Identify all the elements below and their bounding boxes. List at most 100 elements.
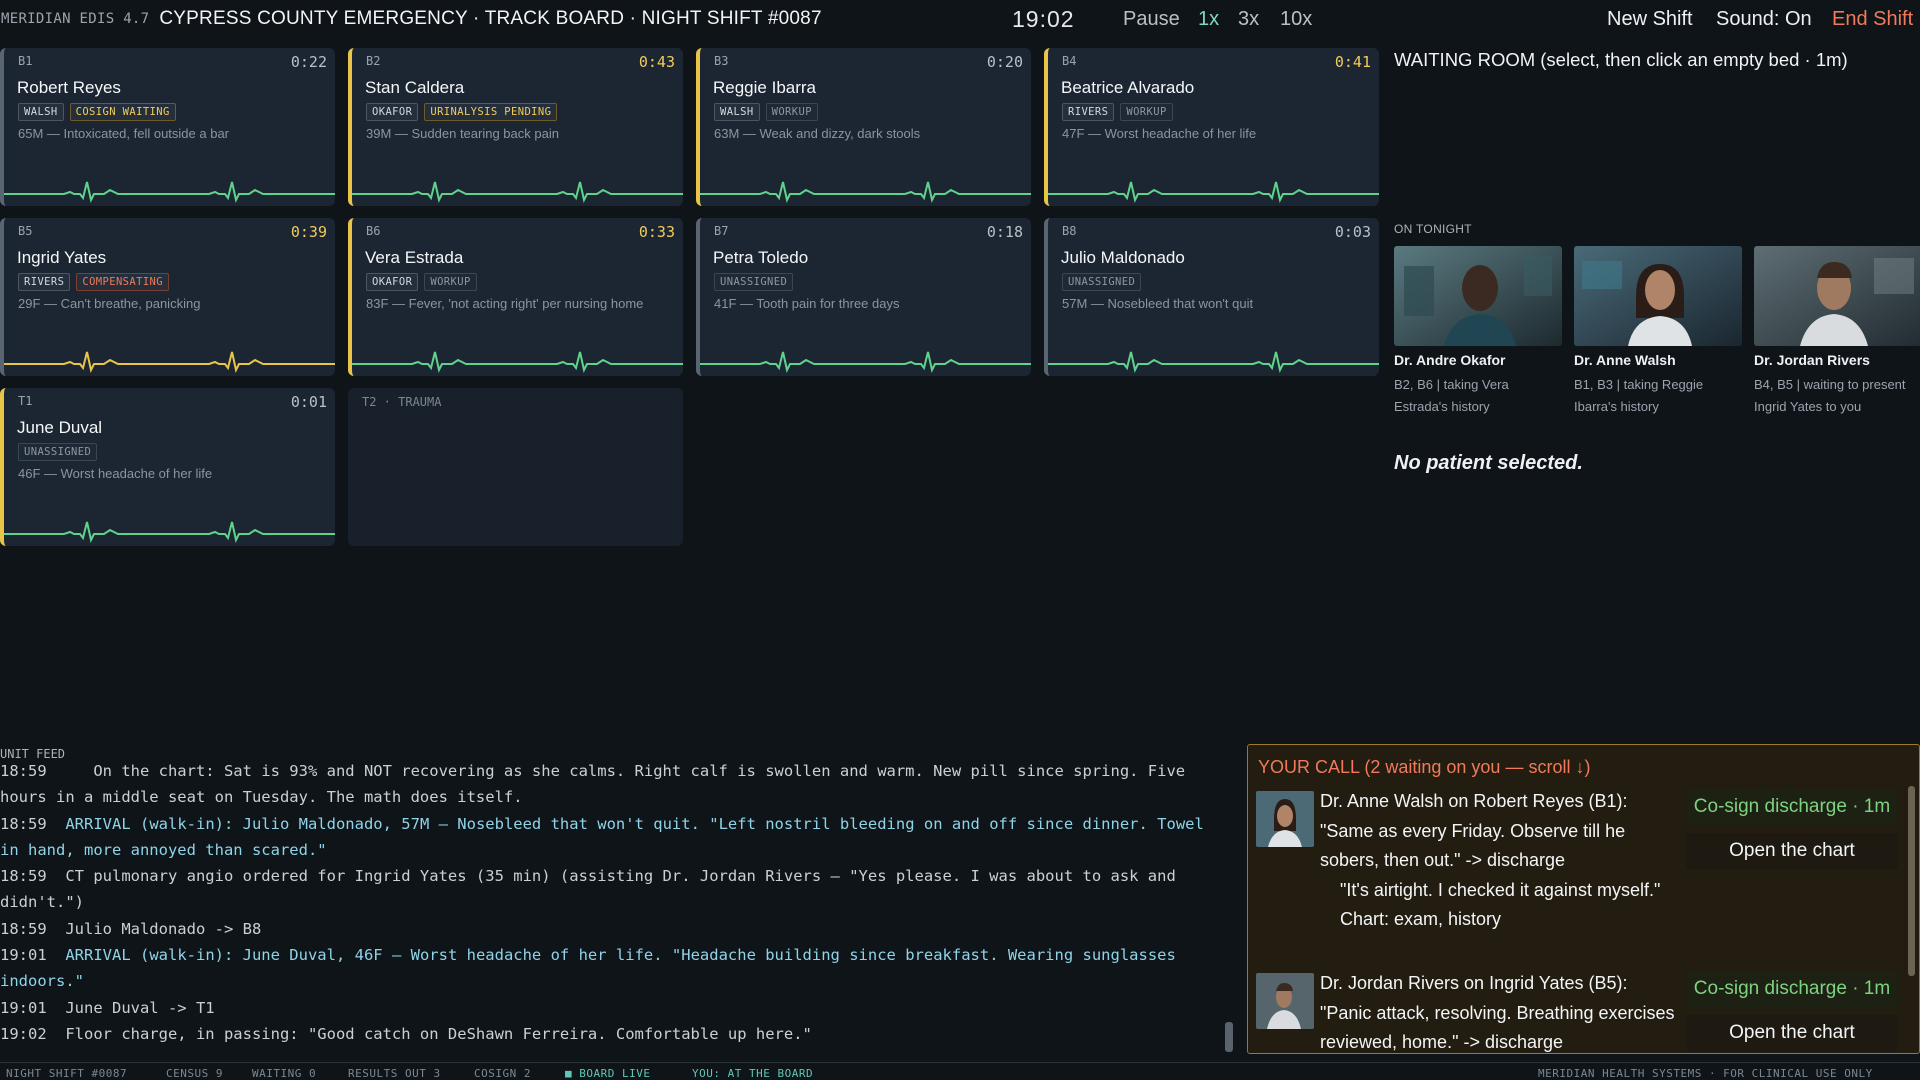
staff-card-rivers[interactable]: Dr. Jordan Rivers B4, B5 | waiting to pr… [1754,246,1920,418]
ekg-trace [352,351,683,373]
call-scrollbar[interactable] [1908,786,1915,976]
status-waiting: WAITING 0 [252,1067,317,1080]
call-item: Dr. Jordan Rivers on Ingrid Yates (B5): … [1256,969,1898,1053]
chief-complaint: 57M — Nosebleed that won't quit [1062,296,1254,311]
status-census: CENSUS 9 [166,1067,223,1080]
call-header: Dr. Anne Walsh on Robert Reyes (B1): [1320,791,1628,811]
bed-id: B6 [366,224,381,238]
bed-timer: 0:20 [986,53,1023,71]
status-tag: UNASSIGNED [714,273,794,291]
ekg-trace [700,351,1031,373]
unit-feed[interactable]: 18:59 On the chart: Sat is 93% and NOT r… [0,758,1222,1050]
bed-card-t2-empty[interactable]: T2 · TRAUMA [348,388,683,546]
page-title: CYPRESS COUNTY EMERGENCY · TRACK BOARD ·… [159,8,822,29]
ekg-trace [4,521,335,543]
ekg-waveform [1048,351,1379,373]
bed-card-b2[interactable]: B2 0:43 Stan Caldera OKAFOR URINALYSIS PENDI… [348,48,683,206]
bed-label: T2 · TRAUMA [362,395,442,409]
bed-timer: 0:18 [986,223,1023,241]
bed-timer: 0:03 [1334,223,1371,241]
feed-scrollbar[interactable] [1225,1022,1233,1052]
bed-timer: 0:41 [1334,53,1371,71]
chief-complaint: 47F — Worst headache of her life [1062,126,1257,141]
feed-arrival-text: ARRIVAL (walk-in): June Duval, 46F — Wor… [0,946,1186,991]
patient-name: Reggie Ibarra [713,78,817,97]
patient-name: Robert Reyes [17,78,121,97]
bed-card-b5[interactable]: B5 0:39 Ingrid Yates RIVERS COMPENSATING 29F … [0,218,335,376]
speed-10x-button[interactable]: 10x [1280,8,1312,31]
patient-name: June Duval [17,418,103,437]
call-header: Dr. Jordan Rivers on Ingrid Yates (B5): [1320,973,1628,993]
bed-tags: RIVERS WORKUP [1062,103,1173,121]
app-brand: MERIDIAN EDIS 4.7 [1,11,150,27]
ekg-waveform [1048,181,1379,203]
ekg-waveform [700,351,1031,373]
bed-card-b1[interactable]: B1 0:22 Robert Reyes WALSH COSIGN WAITING 65M… [0,48,335,206]
status-tag: WALSH [18,103,64,121]
status-board-live: ■ BOARD LIVE [565,1067,651,1080]
feed-line: 18:59 CT pulmonary angio ordered for Ing… [0,867,1186,912]
status-you: YOU: AT THE BOARD [692,1067,814,1080]
ekg-trace [352,181,683,203]
status-tag: RIVERS [18,273,71,291]
sound-toggle[interactable]: Sound: On [1716,8,1812,31]
end-shift-button[interactable]: End Shift [1832,8,1913,31]
bed-timer: 0:01 [290,393,327,411]
bed-tags: UNASSIGNED [1062,273,1142,291]
bed-card-b7[interactable]: B7 0:18 Petra Toledo UNASSIGNED 41F — Tooth … [696,218,1031,376]
bed-tags: OKAFOR URINALYSIS PENDING [366,103,558,121]
ekg-trace [1048,181,1379,203]
chief-complaint: 46F — Worst headache of her life [18,466,213,481]
new-shift-button[interactable]: New Shift [1607,8,1693,31]
staff-card-walsh[interactable]: Dr. Anne Walsh B1, B3 | taking Reggie Ib… [1574,246,1742,418]
ekg-trace [4,351,335,373]
call-chart: Chart: exam, history [1340,909,1502,929]
bed-card-b8[interactable]: B8 0:03 Julio Maldonado UNASSIGNED 57M — Nos… [1044,218,1379,376]
feed-line-arrival: 18:59 ARRIVAL (walk-in): Julio Maldonado… [0,811,1222,864]
bed-id: B2 [366,54,381,68]
feed-time: 19:01 [0,946,47,965]
open-chart-button[interactable]: Open the chart [1686,833,1898,869]
ekg-waveform [352,181,683,203]
open-chart-button[interactable]: Open the chart [1686,1015,1898,1051]
feed-line: 18:59 On the chart: Sat is 93% and NOT r… [0,762,1195,807]
ekg-trace [4,181,335,203]
call-quote: "Panic attack, resolving. Breathing exer… [1320,1002,1675,1053]
feed-line: 19:01 June Duval -> T1 [0,998,215,1017]
bed-id: B8 [1062,224,1077,238]
ekg-trace [700,181,1031,203]
status-tag: WORKUP [765,103,818,121]
bed-card-t1[interactable]: T1 0:01 June Duval UNASSIGNED 46F — Worst he… [0,388,335,546]
status-tag: RIVERS [1062,103,1115,121]
bed-tags: UNASSIGNED [714,273,794,291]
bed-card-b4[interactable]: B4 0:41 Beatrice Alvarado RIVERS WORKUP 47F —… [1044,48,1379,206]
status-tag: URINALYSIS PENDING [424,103,558,121]
ekg-waveform [352,351,683,373]
status-tag: COSIGN WAITING [69,103,176,121]
chief-complaint: 63M — Weak and dizzy, dark stools [714,126,921,141]
cosign-discharge-button[interactable]: Co-sign discharge · 1m [1686,971,1898,1007]
chief-complaint: 39M — Sudden tearing back pain [366,126,559,141]
doctor-photo [1394,246,1562,346]
patient-name: Beatrice Alvarado [1061,78,1195,97]
staff-status: B2, B6 | taking Vera Estrada's history [1394,377,1509,414]
pause-button[interactable]: Pause [1123,8,1180,31]
chief-complaint: 29F — Can't breathe, panicking [18,296,201,311]
speed-1x-button[interactable]: 1x [1198,8,1219,31]
cosign-discharge-button[interactable]: Co-sign discharge · 1m [1686,789,1898,825]
status-cosign: COSIGN 2 [474,1067,531,1080]
ekg-trace [1048,351,1379,373]
speed-3x-button[interactable]: 3x [1238,8,1259,31]
status-bar: NIGHT SHIFT #0087 CENSUS 9 WAITING 0 RES… [0,1062,1920,1080]
doctor-avatar [1256,791,1314,847]
bed-card-b6[interactable]: B6 0:33 Vera Estrada OKAFOR WORKUP 83F — Feve… [348,218,683,376]
call-item: Dr. Anne Walsh on Robert Reyes (B1): "Sa… [1256,787,1898,967]
doctor-avatar [1256,973,1314,1029]
staff-status: B1, B3 | taking Reggie Ibarra's history [1574,377,1704,414]
doctor-photo [1754,246,1920,346]
bed-card-b3[interactable]: B3 0:20 Reggie Ibarra WALSH WORKUP 63M — Weak… [696,48,1031,206]
patient-name: Julio Maldonado [1061,248,1185,267]
staff-card-okafor[interactable]: Dr. Andre Okafor B2, B6 | taking Vera Es… [1394,246,1562,418]
feed-line-arrival: 19:01 ARRIVAL (walk-in): June Duval, 46F… [0,942,1222,995]
bed-id: B1 [18,54,33,68]
